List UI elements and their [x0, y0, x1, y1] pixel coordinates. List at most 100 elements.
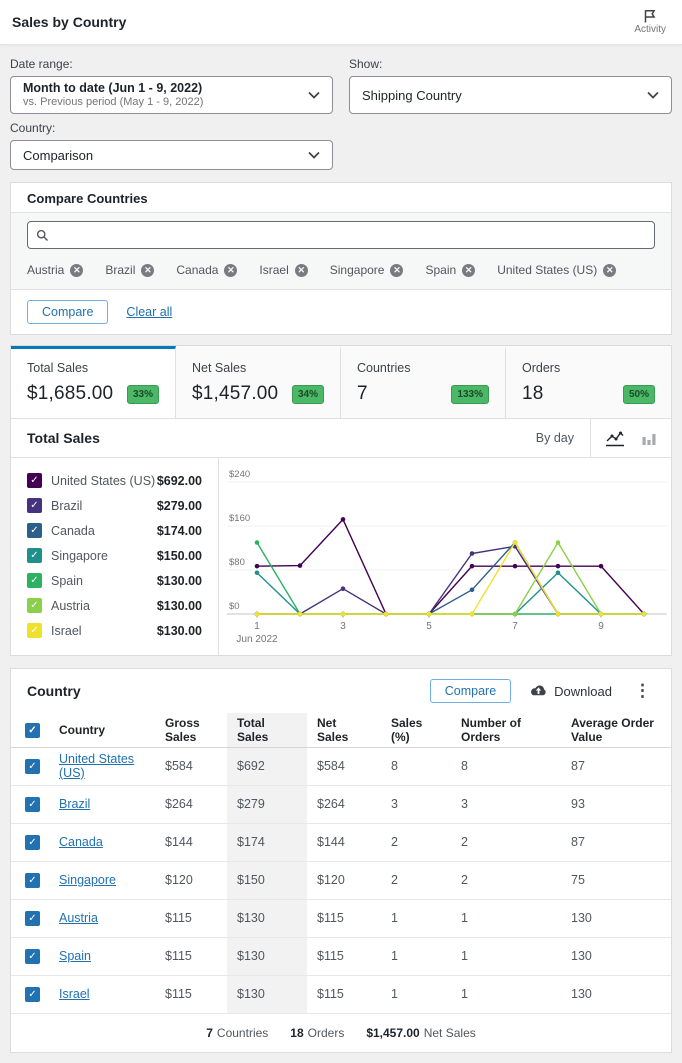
- legend-country-name: Spain: [51, 573, 83, 588]
- interval-select[interactable]: By day: [520, 431, 590, 445]
- column-header[interactable]: Gross Sales: [155, 713, 227, 748]
- data-cell: $115: [155, 975, 227, 1014]
- data-cell: 8: [381, 747, 451, 786]
- country-link[interactable]: Israel: [59, 987, 90, 1001]
- legend-checkbox[interactable]: ✓: [27, 598, 42, 613]
- legend-item[interactable]: ✓ Spain $130.00: [11, 568, 218, 593]
- row-checkbox[interactable]: ✓: [25, 987, 40, 1002]
- country-link[interactable]: United States (US): [59, 752, 134, 780]
- data-cell: 2: [451, 823, 561, 862]
- country-search-box[interactable]: [27, 221, 655, 249]
- data-cell: 8: [451, 747, 561, 786]
- tab-value: 18: [522, 383, 544, 404]
- column-header[interactable]: Average Order Value: [561, 713, 671, 748]
- tab-label: Net Sales: [192, 361, 247, 375]
- bar-chart-toggle-icon[interactable]: [641, 430, 657, 446]
- row-checkbox[interactable]: ✓: [25, 873, 40, 888]
- column-header[interactable]: Number of Orders: [451, 713, 561, 748]
- data-cell: 87: [561, 747, 671, 786]
- column-header[interactable]: Total Sales: [227, 713, 307, 748]
- row-checkbox-cell: ✓: [11, 861, 49, 900]
- data-cell: $130: [227, 975, 307, 1014]
- line-chart-toggle-icon[interactable]: [605, 430, 625, 447]
- remove-chip-icon[interactable]: ✕: [224, 263, 238, 277]
- legend-checkbox[interactable]: ✓: [27, 473, 42, 488]
- data-cell: $174: [227, 823, 307, 862]
- data-cell: 130: [561, 975, 671, 1014]
- country-link[interactable]: Austria: [59, 911, 98, 925]
- data-cell: 2: [381, 861, 451, 900]
- table-row: ✓ Spain $115 $130 $115 1 1 130: [11, 937, 671, 976]
- row-checkbox-cell: ✓: [11, 747, 49, 786]
- table-compare-button[interactable]: Compare: [429, 679, 512, 703]
- show-select[interactable]: Shipping Country: [349, 76, 672, 114]
- legend-item[interactable]: ✓ Singapore $150.00: [11, 543, 218, 568]
- data-cell: 130: [561, 937, 671, 976]
- legend-country-name: Israel: [51, 623, 82, 638]
- delta-badge: 133%: [451, 384, 489, 404]
- legend-checkbox[interactable]: ✓: [27, 623, 42, 638]
- select-all-checkbox[interactable]: ✓: [25, 722, 40, 738]
- legend-checkbox[interactable]: ✓: [27, 548, 42, 563]
- row-checkbox[interactable]: ✓: [25, 797, 40, 812]
- tab-countries[interactable]: Countries 7 133%: [341, 346, 506, 418]
- summary-item: $1,457.00 Net Sales: [366, 1025, 476, 1040]
- legend-item[interactable]: ✓ Canada $174.00: [11, 518, 218, 543]
- country-cell: Israel: [49, 975, 155, 1014]
- row-checkbox[interactable]: ✓: [25, 759, 40, 774]
- tab-total-sales[interactable]: Total Sales $1,685.00 33%: [11, 346, 176, 418]
- remove-chip-icon[interactable]: ✕: [141, 263, 155, 277]
- legend-item[interactable]: ✓ United States (US) $692.00: [11, 468, 218, 493]
- country-link[interactable]: Brazil: [59, 797, 90, 811]
- row-checkbox[interactable]: ✓: [25, 835, 40, 850]
- legend-checkbox[interactable]: ✓: [27, 523, 42, 538]
- data-cell: $692: [227, 747, 307, 786]
- column-header[interactable]: Country: [49, 713, 155, 748]
- remove-chip-icon[interactable]: ✕: [462, 263, 476, 277]
- svg-text:$0: $0: [229, 601, 240, 612]
- compare-button[interactable]: Compare: [27, 300, 109, 324]
- data-cell: 3: [451, 785, 561, 824]
- data-cell: 1: [381, 975, 451, 1014]
- delta-badge: 33%: [126, 384, 159, 404]
- country-link[interactable]: Spain: [59, 949, 91, 963]
- tab-orders[interactable]: Orders 18 50%: [506, 346, 671, 418]
- remove-chip-icon[interactable]: ✕: [603, 263, 617, 277]
- country-chip: Singapore ✕: [330, 263, 404, 277]
- tab-value: $1,457.00: [192, 383, 279, 404]
- legend-item[interactable]: ✓ Brazil $279.00: [11, 493, 218, 518]
- summary-item: 18 Orders: [290, 1025, 345, 1040]
- data-cell: 75: [561, 861, 671, 900]
- data-cell: $115: [307, 975, 381, 1014]
- data-cell: 2: [451, 861, 561, 900]
- date-range-select[interactable]: Month to date (Jun 1 - 9, 2022) vs. Prev…: [10, 76, 333, 114]
- country-link[interactable]: Canada: [59, 835, 103, 849]
- legend-country-name: Austria: [51, 598, 90, 613]
- country-link[interactable]: Singapore: [59, 873, 116, 887]
- tab-net-sales[interactable]: Net Sales $1,457.00 34%: [176, 346, 341, 418]
- legend-item[interactable]: ✓ Austria $130.00: [11, 593, 218, 618]
- download-button[interactable]: Download: [529, 684, 612, 699]
- row-checkbox-cell: ✓: [11, 975, 49, 1014]
- remove-chip-icon[interactable]: ✕: [390, 263, 404, 277]
- column-header[interactable]: Sales (%): [381, 713, 451, 748]
- legend-country-total: $150.00: [156, 548, 202, 563]
- table-menu-kebab-icon[interactable]: ⋮: [630, 681, 655, 701]
- activity-button[interactable]: Activity: [630, 7, 670, 37]
- data-cell: $144: [155, 823, 227, 862]
- show-label: Show:: [349, 57, 383, 71]
- country-filter-select[interactable]: Comparison: [10, 140, 333, 170]
- clear-all-link[interactable]: Clear all: [126, 305, 172, 319]
- legend-item[interactable]: ✓ Israel $130.00: [11, 618, 218, 643]
- svg-text:$240: $240: [229, 469, 250, 480]
- column-header[interactable]: Net Sales: [307, 713, 381, 748]
- legend-checkbox[interactable]: ✓: [27, 573, 42, 588]
- row-checkbox[interactable]: ✓: [25, 911, 40, 926]
- data-cell: $584: [307, 747, 381, 786]
- country-chip: Brazil ✕: [105, 263, 155, 277]
- remove-chip-icon[interactable]: ✕: [70, 263, 84, 277]
- legend-checkbox[interactable]: ✓: [27, 498, 42, 513]
- country-search-input[interactable]: [55, 227, 646, 243]
- remove-chip-icon[interactable]: ✕: [294, 263, 308, 277]
- row-checkbox[interactable]: ✓: [25, 949, 40, 964]
